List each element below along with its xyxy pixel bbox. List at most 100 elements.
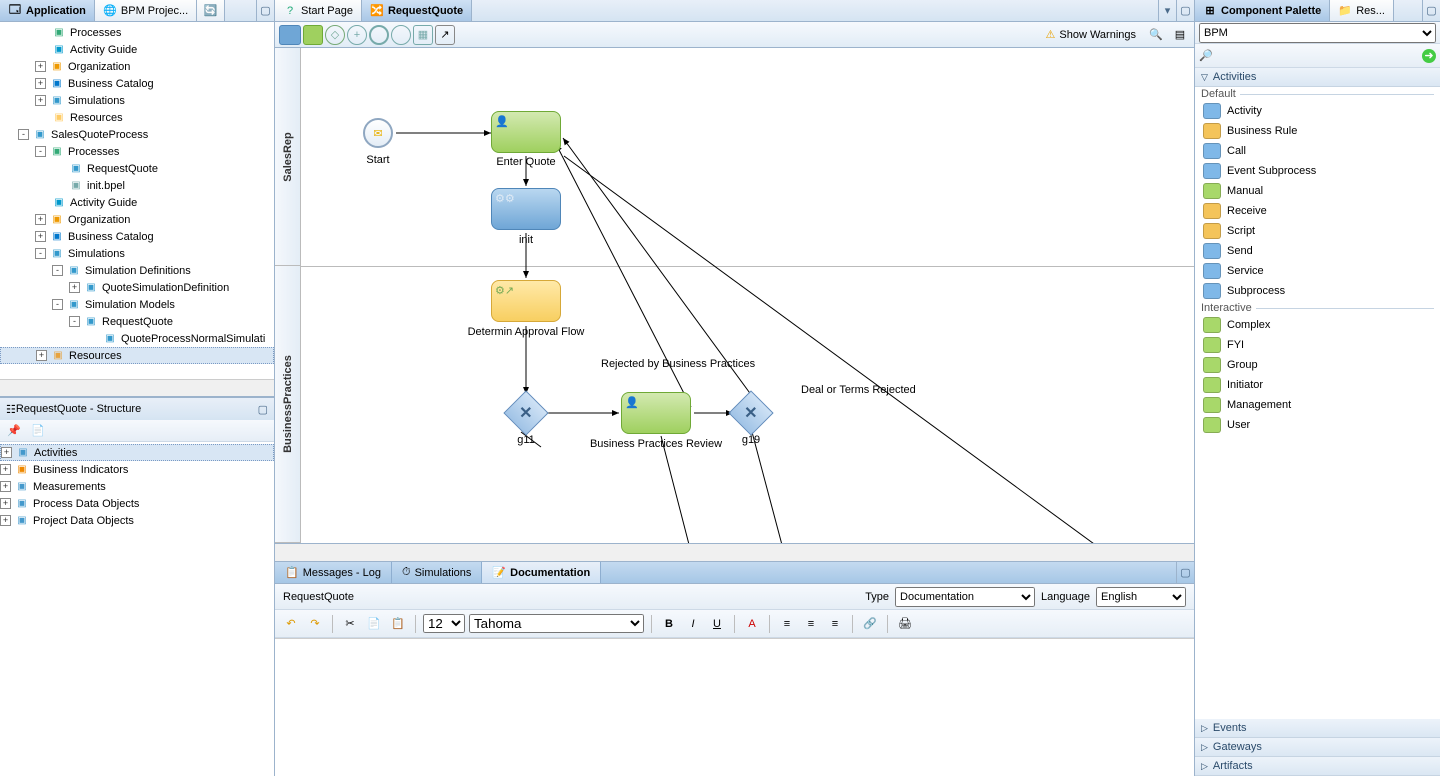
palette-item[interactable]: Complex [1195, 315, 1440, 335]
tree-toggle[interactable]: - [35, 248, 46, 259]
align-center-button[interactable]: ≡ [801, 614, 821, 634]
pool-tool[interactable] [279, 25, 301, 45]
palette-item[interactable]: User [1195, 415, 1440, 435]
tree-item[interactable]: ▣init.bpel [0, 177, 274, 194]
tree-item[interactable]: +▣Organization [0, 58, 274, 75]
tree-item[interactable]: ▣Activity Guide [0, 41, 274, 58]
copy-icon[interactable]: 📄 [364, 614, 384, 634]
tree-toggle[interactable]: + [35, 95, 46, 106]
gateway-g11[interactable]: ✕ [503, 390, 548, 435]
palette-item[interactable]: Group [1195, 355, 1440, 375]
task-business-practices-review[interactable]: 👤 [621, 392, 691, 434]
start-event[interactable]: ✉ [363, 118, 393, 148]
palette-item[interactable]: Receive [1195, 201, 1440, 221]
align-right-button[interactable]: ≡ [825, 614, 845, 634]
palette-item[interactable]: Service [1195, 261, 1440, 281]
palette-item[interactable]: FYI [1195, 335, 1440, 355]
minimize-editor-button[interactable]: ▢ [1176, 0, 1194, 21]
structure-tree[interactable]: +▣Activities+▣Business Indicators+▣Measu… [0, 442, 274, 776]
tree-toggle[interactable]: + [35, 78, 46, 89]
minimize-nav-button[interactable]: ▢ [256, 0, 274, 21]
minimize-palette-button[interactable]: ▢ [1422, 0, 1440, 21]
tree-toggle[interactable]: + [36, 350, 47, 361]
task-determine-approval[interactable]: ⚙↗ [491, 280, 561, 322]
task-init[interactable]: ⚙⚙ [491, 188, 561, 230]
tree-item[interactable]: +▣Business Catalog [0, 228, 274, 245]
tree-item[interactable]: +▣Measurements [0, 478, 274, 495]
palette-item[interactable]: Activity [1195, 101, 1440, 121]
tree-item[interactable]: -▣Simulations [0, 245, 274, 262]
tree-item[interactable]: +▣QuoteSimulationDefinition [0, 279, 274, 296]
tab-documentation[interactable]: 📝Documentation [482, 562, 601, 583]
tree-toggle[interactable]: + [35, 61, 46, 72]
palette-item[interactable]: Manual [1195, 181, 1440, 201]
tree-item[interactable]: +▣Business Catalog [0, 75, 274, 92]
palette-item[interactable]: Event Subprocess [1195, 161, 1440, 181]
tree-toggle[interactable]: + [35, 214, 46, 225]
task-enter-quote[interactable]: 👤 [491, 111, 561, 153]
navigator-tree[interactable]: ▣Processes▣Activity Guide+▣Organization+… [0, 22, 274, 379]
tree-item[interactable]: +▣Business Indicators [0, 461, 274, 478]
tab-resources[interactable]: 📁Res... [1330, 0, 1394, 21]
minimize-structure-button[interactable]: ▢ [258, 403, 268, 416]
link-button[interactable]: 🔗 [860, 614, 880, 634]
tree-item[interactable]: -▣Processes [0, 143, 274, 160]
type-select[interactable]: Documentation [895, 587, 1035, 607]
palette-select[interactable]: BPM [1199, 23, 1436, 43]
tree-item[interactable]: ▣QuoteProcessNormalSimulati [0, 330, 274, 347]
tree-toggle[interactable]: + [35, 231, 46, 242]
tree-toggle[interactable]: + [0, 498, 11, 509]
tree-toggle[interactable]: - [18, 129, 29, 140]
minimize-bottom-button[interactable]: ▢ [1176, 562, 1194, 583]
tree-item[interactable]: ▣Activity Guide [0, 194, 274, 211]
show-warnings-label[interactable]: Show Warnings [1059, 29, 1136, 41]
italic-button[interactable]: I [683, 614, 703, 634]
tab-application[interactable]: 🗔Application [0, 0, 95, 21]
print-button[interactable]: 🖨 [895, 614, 915, 634]
underline-button[interactable]: U [707, 614, 727, 634]
tree-toggle[interactable]: + [0, 464, 11, 475]
gateway-tool[interactable]: ◇ [325, 25, 345, 45]
tree-item[interactable]: -▣Simulation Definitions [0, 262, 274, 279]
tab-simulations[interactable]: ⏱Simulations [392, 562, 482, 583]
connector-tool[interactable]: ↗ [435, 25, 455, 45]
tree-item[interactable]: +▣Activities [0, 444, 274, 461]
textcolor-button[interactable]: A [742, 614, 762, 634]
canvas-h-scroll[interactable] [275, 544, 1194, 561]
tree-item[interactable]: ▣RequestQuote [0, 160, 274, 177]
event-tool-1[interactable] [369, 25, 389, 45]
bold-button[interactable]: B [659, 614, 679, 634]
nav-h-scroll[interactable] [0, 379, 274, 396]
tree-item[interactable]: +▣Project Data Objects [0, 512, 274, 529]
tree-toggle[interactable]: + [0, 515, 11, 526]
section-activities[interactable]: ▽Activities [1195, 68, 1440, 87]
language-select[interactable]: English [1096, 587, 1186, 607]
fontsize-select[interactable]: 12 [423, 614, 465, 633]
search-icon[interactable]: 🔍 [1146, 25, 1166, 45]
add-icon[interactable]: ➜ [1422, 49, 1436, 63]
align-left-button[interactable]: ≡ [777, 614, 797, 634]
cut-icon[interactable]: ✂ [340, 614, 360, 634]
tree-toggle[interactable]: + [69, 282, 80, 293]
tab-messages[interactable]: 📋Messages - Log [275, 562, 392, 583]
tab-start-page[interactable]: ?Start Page [275, 0, 362, 21]
tab-request-quote[interactable]: 🔀RequestQuote [362, 0, 472, 21]
font-select[interactable]: Tahoma [469, 614, 644, 633]
overview-icon[interactable]: ▤ [1170, 25, 1190, 45]
paste-icon[interactable]: 📋 [388, 614, 408, 634]
diagram-canvas[interactable]: ✉ Start 👤 Enter Quote ⚙⚙ init ⚙↗ Determi… [301, 48, 1194, 543]
tree-item[interactable]: +▣Simulations [0, 92, 274, 109]
section-events[interactable]: ▷Events [1195, 719, 1440, 738]
palette-item[interactable]: Business Rule [1195, 121, 1440, 141]
documentation-editor[interactable] [275, 638, 1194, 776]
palette-item[interactable]: Send [1195, 241, 1440, 261]
gateway-g19[interactable]: ✕ [728, 390, 773, 435]
tree-item[interactable]: -▣Simulation Models [0, 296, 274, 313]
tree-item[interactable]: -▣RequestQuote [0, 313, 274, 330]
tree-toggle[interactable]: + [1, 447, 12, 458]
tree-toggle[interactable]: - [52, 265, 63, 276]
tree-toggle[interactable]: + [0, 481, 11, 492]
tab-component-palette[interactable]: ⊞Component Palette [1195, 0, 1330, 21]
section-gateways[interactable]: ▷Gateways [1195, 738, 1440, 757]
palette-item[interactable]: Script [1195, 221, 1440, 241]
